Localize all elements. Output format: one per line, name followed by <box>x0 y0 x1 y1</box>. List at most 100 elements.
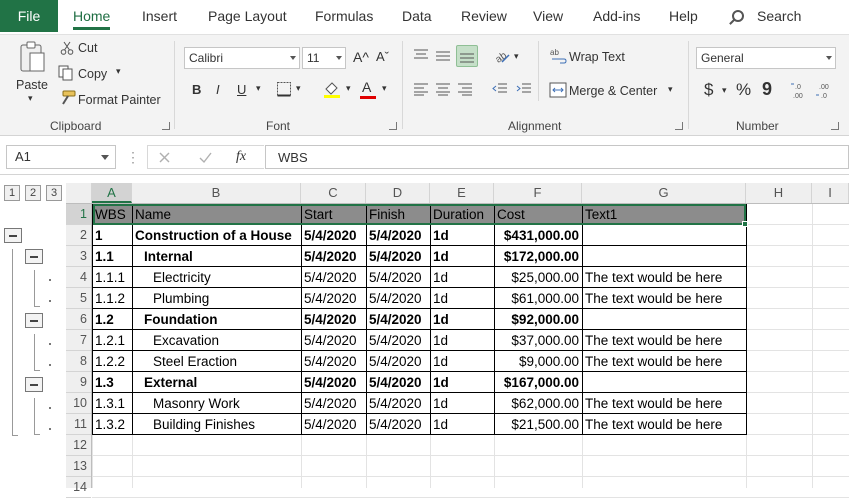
borders-chevron-icon[interactable]: ▾ <box>296 83 301 94</box>
tab-addins[interactable]: Add-ins <box>593 0 640 32</box>
cell-start[interactable]: 5/4/2020 <box>301 288 366 309</box>
cell-finish[interactable]: 5/4/2020 <box>366 267 430 288</box>
cell-wbs[interactable]: 1 <box>92 225 132 246</box>
cell-name[interactable]: Excavation <box>132 330 301 351</box>
cell-duration[interactable]: 1d <box>430 414 494 435</box>
row-header[interactable]: 8 <box>66 351 91 372</box>
cell-text1[interactable]: The text would be here <box>582 414 746 435</box>
row-header[interactable]: 9 <box>66 372 91 393</box>
row-header[interactable]: 6 <box>66 309 91 330</box>
column-header[interactable]: D <box>366 183 430 203</box>
cell-finish[interactable]: 5/4/2020 <box>366 246 430 267</box>
font-size-combo[interactable]: 11 <box>302 47 346 69</box>
cell-duration[interactable]: 1d <box>430 267 494 288</box>
outline-level-2-button[interactable]: 2 <box>25 185 41 201</box>
align-right-icon[interactable] <box>457 82 473 96</box>
tab-formulas[interactable]: Formulas <box>315 0 373 32</box>
cell-text1[interactable] <box>582 309 746 330</box>
accounting-chevron-icon[interactable]: ▾ <box>722 85 727 96</box>
bold-button[interactable]: B <box>192 82 201 97</box>
cell-text1[interactable] <box>582 372 746 393</box>
cell-text1[interactable] <box>582 246 746 267</box>
tab-review[interactable]: Review <box>461 0 507 32</box>
cell-duration[interactable]: 1d <box>430 288 494 309</box>
cell-name[interactable]: Steel Eraction <box>132 351 301 372</box>
paste-dropdown-chevron-icon[interactable]: ▾ <box>28 93 33 104</box>
cell-start[interactable]: 5/4/2020 <box>301 246 366 267</box>
font-color-chevron-icon[interactable]: ▾ <box>382 83 387 94</box>
cancel-icon[interactable] <box>158 151 171 164</box>
cell-wbs[interactable]: 1.3.2 <box>92 414 132 435</box>
cell-duration[interactable]: 1d <box>430 225 494 246</box>
cell-finish[interactable]: 5/4/2020 <box>366 351 430 372</box>
cell-start[interactable]: 5/4/2020 <box>301 414 366 435</box>
row-header[interactable]: 7 <box>66 330 91 351</box>
tab-view[interactable]: View <box>533 0 563 32</box>
cell-wbs[interactable]: 1.2.2 <box>92 351 132 372</box>
row-header[interactable]: 2 <box>66 225 91 246</box>
format-painter-button[interactable]: Format Painter <box>78 93 161 107</box>
number-launcher-icon[interactable] <box>831 122 839 130</box>
clipboard-launcher-icon[interactable] <box>162 122 170 130</box>
cell-cost[interactable]: $431,000.00 <box>494 225 582 246</box>
wrap-text-button[interactable]: Wrap Text <box>569 50 625 64</box>
column-header[interactable]: G <box>582 183 746 203</box>
tab-data[interactable]: Data <box>402 0 432 32</box>
cell-cost[interactable]: $25,000.00 <box>494 267 582 288</box>
cell-text1[interactable]: The text would be here <box>582 393 746 414</box>
font-launcher-icon[interactable] <box>389 122 397 130</box>
cell-wbs[interactable]: 1.2.1 <box>92 330 132 351</box>
cell-name[interactable]: Internal <box>132 246 301 267</box>
cell-cost[interactable]: $9,000.00 <box>494 351 582 372</box>
worksheet-grid[interactable]: WBS Name Start Finish Duration Cost Text1 1 Cons… <box>92 204 849 498</box>
collapse-group-button[interactable] <box>25 313 43 328</box>
cell-cost[interactable]: $37,000.00 <box>494 330 582 351</box>
cell-start[interactable]: 5/4/2020 <box>301 267 366 288</box>
outline-level-1-button[interactable]: 1 <box>4 185 20 201</box>
borders-icon[interactable] <box>276 81 292 97</box>
cell-finish[interactable]: 5/4/2020 <box>366 225 430 246</box>
increase-decimal-icon[interactable]: .0 .00 <box>790 81 810 99</box>
tab-help[interactable]: Help <box>669 0 698 32</box>
percent-style-button[interactable]: % <box>736 80 751 100</box>
cell-cost[interactable]: $167,000.00 <box>494 372 582 393</box>
tell-me-search[interactable]: Search <box>757 0 801 32</box>
cell-start[interactable]: 5/4/2020 <box>301 393 366 414</box>
cell-cost[interactable]: $62,000.00 <box>494 393 582 414</box>
decrease-indent-icon[interactable] <box>492 82 508 96</box>
cell-finish[interactable]: 5/4/2020 <box>366 393 430 414</box>
cell-text1[interactable]: The text would be here <box>582 288 746 309</box>
cell-start[interactable]: 5/4/2020 <box>301 330 366 351</box>
paste-button[interactable]: Paste <box>16 78 48 92</box>
collapse-group-button[interactable] <box>25 377 43 392</box>
row-header[interactable]: 5 <box>66 288 91 309</box>
cell-text1[interactable]: The text would be here <box>582 351 746 372</box>
cell-name[interactable]: Construction of a House <box>132 225 301 246</box>
cell-wbs[interactable]: 1.3 <box>92 372 132 393</box>
align-middle-icon[interactable] <box>435 48 451 62</box>
cell-cost[interactable]: $172,000.00 <box>494 246 582 267</box>
number-format-combo[interactable]: General <box>696 47 836 69</box>
copy-button[interactable]: Copy <box>78 67 107 81</box>
align-top-icon[interactable] <box>413 48 429 62</box>
name-box[interactable]: A1 <box>6 145 116 169</box>
tab-insert[interactable]: Insert <box>142 0 177 32</box>
cell-cost[interactable]: $61,000.00 <box>494 288 582 309</box>
cell-duration[interactable]: 1d <box>430 351 494 372</box>
cell-text1[interactable]: The text would be here <box>582 330 746 351</box>
comma-style-button[interactable]: 9 <box>762 79 772 100</box>
cell-finish[interactable]: 5/4/2020 <box>366 414 430 435</box>
cell-wbs[interactable]: 1.3.1 <box>92 393 132 414</box>
fill-handle[interactable] <box>742 221 748 227</box>
column-header[interactable]: A <box>92 183 132 203</box>
formula-input[interactable]: WBS <box>265 145 849 169</box>
column-header[interactable]: I <box>812 183 849 203</box>
search-icon[interactable] <box>732 10 744 22</box>
align-bottom-button[interactable] <box>456 45 478 67</box>
underline-chevron-icon[interactable]: ▾ <box>256 83 261 94</box>
row-header[interactable]: 1 <box>66 204 91 225</box>
column-header[interactable]: H <box>746 183 812 203</box>
tab-home[interactable]: Home <box>73 0 111 32</box>
column-header[interactable]: C <box>301 183 366 203</box>
column-header[interactable]: E <box>430 183 494 203</box>
